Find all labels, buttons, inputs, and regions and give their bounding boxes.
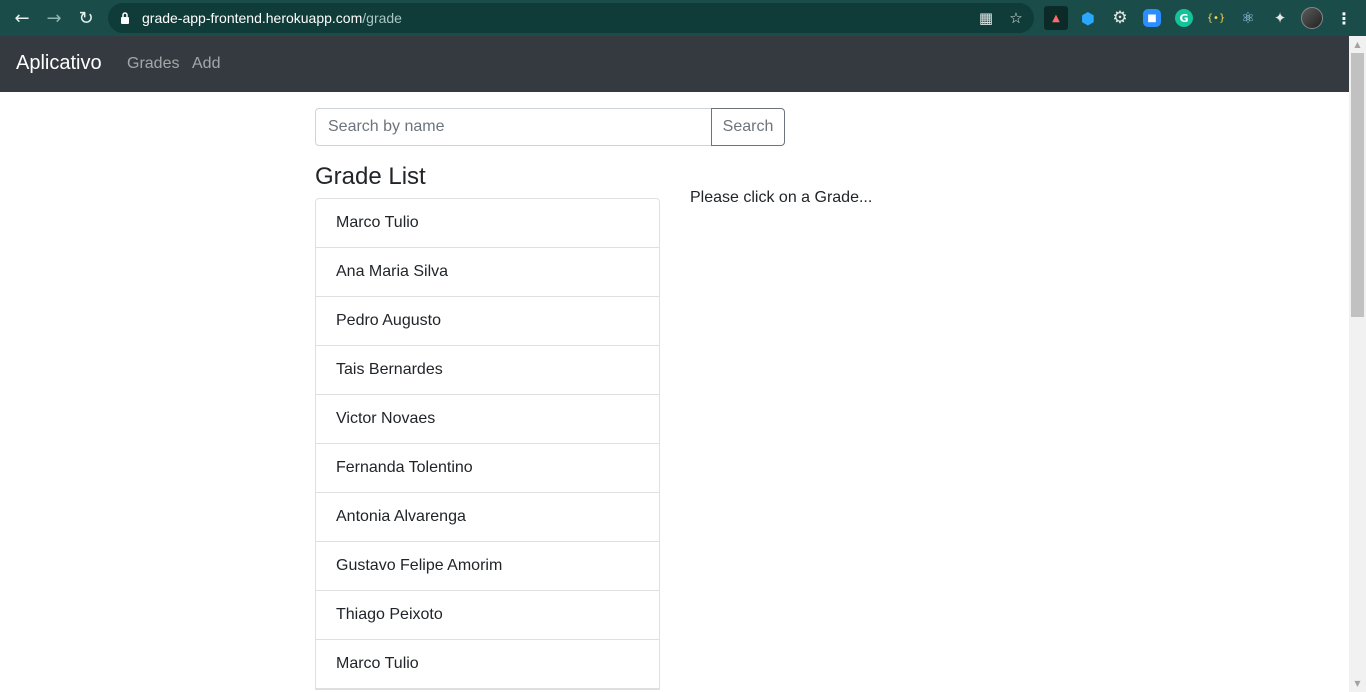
gear-extension-icon[interactable]: ⚙ — [1108, 6, 1132, 30]
pdf-extension-icon[interactable]: ▲ — [1044, 6, 1068, 30]
nav-link-grades[interactable]: Grades — [127, 55, 179, 73]
grade-list-item[interactable]: Thiago Peixoto — [316, 591, 659, 640]
url-host: grade-app-frontend.herokuapp.com — [142, 10, 363, 26]
grade-list-item[interactable]: Ana Maria Silva — [316, 248, 659, 297]
select-grade-hint: Please click on a Grade... — [690, 189, 873, 206]
grade-list: Marco Tulio Ana Maria Silva Pedro August… — [315, 198, 660, 690]
app-navbar: Aplicativo Grades Add — [0, 36, 1349, 92]
grade-list-item[interactable]: Marco Tulio — [316, 199, 659, 248]
search-button[interactable]: Search — [711, 108, 785, 146]
page-scrollbar[interactable]: ▲ ▼ — [1349, 36, 1366, 692]
grade-list-item[interactable]: Gustavo Felipe Amorim — [316, 542, 659, 591]
grade-list-item[interactable]: Tais Bernardes — [316, 346, 659, 395]
scroll-thumb[interactable] — [1351, 53, 1364, 317]
react-devtools-icon[interactable]: ⚛ — [1236, 6, 1260, 30]
back-arrow-icon[interactable]: ← — [11, 7, 33, 29]
scroll-up-arrow-icon[interactable]: ▲ — [1349, 36, 1366, 53]
reload-icon[interactable]: ↻ — [75, 7, 97, 29]
url-path: /grade — [362, 10, 402, 26]
profile-avatar[interactable] — [1301, 7, 1323, 29]
url-text: grade-app-frontend.herokuapp.com/grade — [142, 10, 402, 26]
forward-arrow-icon[interactable]: → — [43, 7, 65, 29]
grammarly-extension-icon[interactable]: G — [1175, 9, 1193, 27]
braces-extension-icon[interactable]: {•} — [1204, 6, 1228, 30]
star-icon[interactable]: ☆ — [1006, 8, 1026, 28]
address-bar[interactable]: grade-app-frontend.herokuapp.com/grade ▦… — [108, 3, 1034, 33]
lock-icon — [121, 12, 129, 24]
brand-link[interactable]: Aplicativo — [16, 52, 102, 75]
grade-list-item[interactable]: Fernanda Tolentino — [316, 444, 659, 493]
puzzle-extensions-icon[interactable]: ✦ — [1268, 6, 1292, 30]
zoom-extension-icon[interactable]: ■ — [1143, 9, 1161, 27]
grade-list-item[interactable]: Antonia Alvarenga — [316, 493, 659, 542]
scroll-down-arrow-icon[interactable]: ▼ — [1349, 675, 1366, 692]
grade-list-title: Grade List — [315, 163, 426, 190]
nav-link-add[interactable]: Add — [192, 55, 220, 73]
translate-icon[interactable]: ▦ — [976, 8, 996, 28]
kebab-menu-icon[interactable]: ⋮ — [1332, 6, 1356, 30]
search-input[interactable] — [315, 108, 712, 146]
grade-list-item[interactable]: Victor Novaes — [316, 395, 659, 444]
grade-list-item[interactable]: Pedro Augusto — [316, 297, 659, 346]
grade-list-item[interactable]: Marco Tulio — [316, 640, 659, 689]
hex-extension-icon[interactable]: ⬢ — [1076, 6, 1100, 30]
browser-toolbar: ← → ↻ grade-app-frontend.herokuapp.com/g… — [0, 0, 1366, 36]
